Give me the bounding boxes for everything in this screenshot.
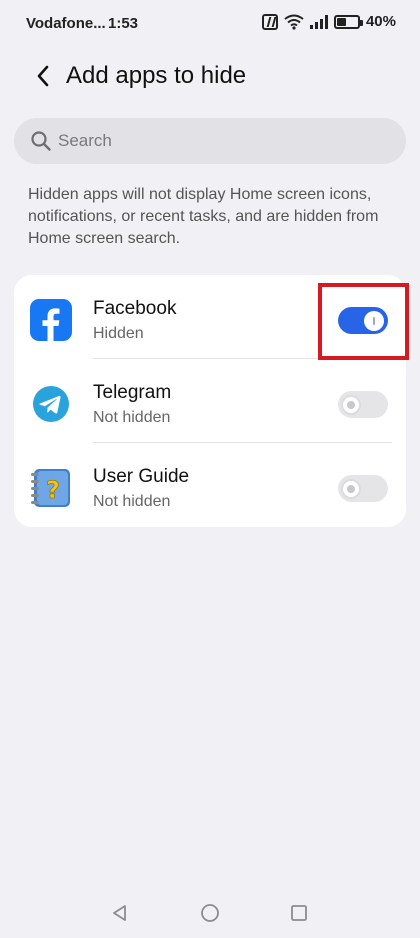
hide-toggle-user-guide[interactable] [338, 475, 388, 502]
search-icon [31, 131, 51, 151]
app-status: Not hidden [93, 409, 171, 426]
carrier-name: Vodafone... [26, 15, 106, 32]
app-name: Telegram [93, 382, 172, 403]
back-arrow-icon [37, 65, 49, 87]
hide-toggle-telegram[interactable] [338, 391, 388, 418]
description-text: Hidden apps will not display Home screen… [28, 186, 379, 247]
recents-square-icon [291, 905, 307, 921]
app-row-telegram[interactable]: Telegram Not hidden [14, 359, 406, 443]
nav-home-button[interactable] [195, 898, 225, 928]
app-status: Hidden [93, 325, 144, 342]
user-guide-icon: ? [31, 469, 70, 507]
app-name: Facebook [93, 298, 177, 319]
home-circle-icon [201, 904, 219, 922]
screen: Vodafone... 1:53 40% Add apps to hide Se… [0, 0, 420, 938]
toggle-knob [341, 394, 361, 415]
back-button[interactable] [28, 60, 58, 92]
status-icons: 40% [261, 13, 396, 30]
search-bar[interactable] [14, 118, 406, 164]
header: Add apps to hide [0, 56, 420, 96]
status-bar: Vodafone... 1:53 40% [0, 0, 420, 48]
telegram-icon [33, 386, 69, 422]
page-title: Add apps to hide [66, 62, 247, 89]
nav-back-button[interactable] [105, 898, 135, 928]
signal-icon [309, 14, 328, 29]
svg-text:?: ? [46, 476, 60, 504]
nfc-icon [261, 13, 278, 30]
back-triangle-icon [113, 905, 126, 921]
facebook-icon [30, 299, 72, 341]
battery-percent: 40% [365, 13, 396, 30]
app-status: Not hidden [93, 493, 171, 510]
search-input[interactable] [58, 131, 378, 151]
app-row-user-guide[interactable]: ? User Guide Not hidden [14, 443, 406, 527]
app-name: User Guide [93, 466, 190, 487]
navigation-bar [0, 890, 420, 938]
battery-icon [333, 14, 363, 29]
clock: 1:53 [108, 15, 139, 32]
nav-recents-button[interactable] [284, 898, 314, 928]
highlight-box [318, 283, 409, 360]
toggle-knob [341, 478, 361, 499]
wifi-icon [284, 14, 304, 30]
